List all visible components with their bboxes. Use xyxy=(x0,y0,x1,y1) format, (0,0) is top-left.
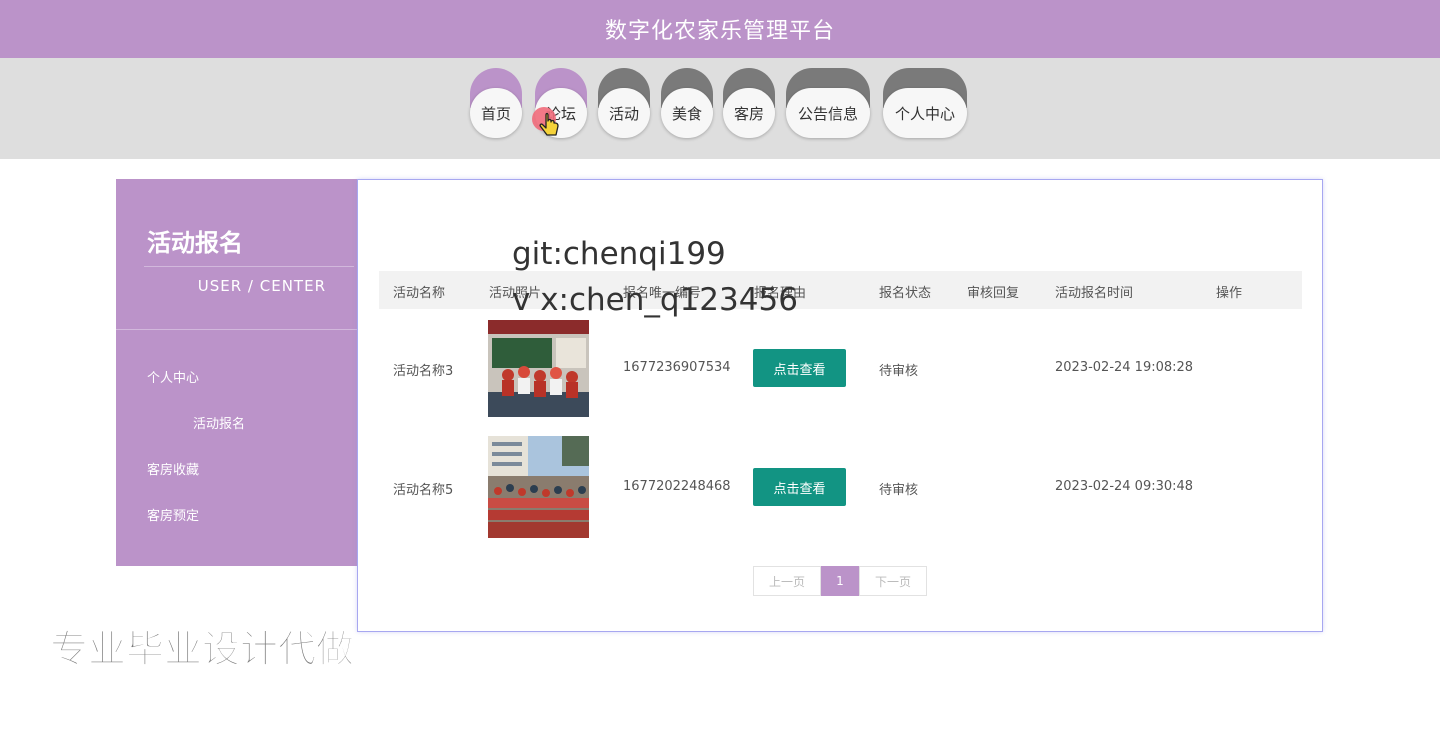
nav-item-food[interactable]: 美食 xyxy=(661,68,713,140)
signup-number: 1677236907534 xyxy=(623,360,731,375)
nav-item-label: 公告信息 xyxy=(786,88,870,138)
current-page-button[interactable]: 1 xyxy=(821,566,859,596)
prev-page-button[interactable]: 上一页 xyxy=(753,566,821,596)
activity-photo[interactable] xyxy=(488,320,589,417)
next-page-button[interactable]: 下一页 xyxy=(859,566,927,596)
signup-status: 待审核 xyxy=(879,483,919,498)
content-panel: 活动名称 活动照片 报名唯一编号 报名理由 报名状态 审核回复 活动报名时间 操… xyxy=(357,179,1323,632)
column-header: 操作 xyxy=(1216,286,1243,301)
nav-item-label: 个人中心 xyxy=(883,88,967,138)
column-header: 审核回复 xyxy=(967,286,1020,301)
sidebar-item-room-booking[interactable]: 客房预定 xyxy=(147,505,199,524)
signup-time: 2023-02-24 19:08:28 xyxy=(1055,360,1194,375)
nav-item-label: 客房 xyxy=(723,88,775,138)
hand-cursor-icon xyxy=(532,107,559,136)
nav-item-activity[interactable]: 活动 xyxy=(598,68,650,140)
nav-item-label: 活动 xyxy=(598,88,650,138)
view-reason-button[interactable]: 点击查看 xyxy=(753,468,846,506)
main-nav: 首页 论坛 活动 美食 客房 公告信息 个人中心 xyxy=(0,68,1440,148)
divider xyxy=(144,266,354,267)
divider xyxy=(116,329,357,330)
watermark-vx: v x:chen_q123456 xyxy=(512,282,798,318)
sidebar-item-activity-signup[interactable]: 活动报名 xyxy=(193,413,245,432)
nav-band: 首页 论坛 活动 美食 客房 公告信息 个人中心 xyxy=(0,58,1440,159)
watermark-git: git:chenqi199 xyxy=(512,236,726,272)
sidebar-title: 活动报名 xyxy=(147,229,243,257)
column-header: 活动名称 xyxy=(393,286,446,301)
nav-item-home[interactable]: 首页 xyxy=(470,68,522,140)
signup-status: 待审核 xyxy=(879,364,919,379)
nav-item-announcements[interactable]: 公告信息 xyxy=(786,68,870,140)
nav-item-personal-center[interactable]: 个人中心 xyxy=(883,68,967,140)
nav-item-label: 美食 xyxy=(661,88,713,138)
sidebar-item-room-favorites[interactable]: 客房收藏 xyxy=(147,459,199,478)
watermark-ad: 专业毕业设计代做 xyxy=(49,627,355,672)
sidebar-item-personal-center[interactable]: 个人中心 xyxy=(147,367,199,386)
sidebar-subtitle: USER / CENTER xyxy=(197,277,326,295)
table-row: 活动名称5 1677202248468 点击查看 待审核 2023-02-24 … xyxy=(379,428,1302,546)
activity-name: 活动名称5 xyxy=(393,483,454,498)
activity-name: 活动名称3 xyxy=(393,364,454,379)
signup-time: 2023-02-24 09:30:48 xyxy=(1055,479,1194,494)
view-reason-button[interactable]: 点击查看 xyxy=(753,349,846,387)
activity-photo[interactable] xyxy=(488,436,589,538)
column-header: 报名状态 xyxy=(879,286,932,301)
pagination: 上一页 1 下一页 xyxy=(753,566,927,596)
sidebar: 活动报名 USER / CENTER 个人中心 活动报名 客房收藏 客房预定 xyxy=(116,179,357,566)
top-header-bar: 数字化农家乐管理平台 xyxy=(0,0,1440,58)
table-row: 活动名称3 1677236907534 点击查看 待审核 2023-02-24 … xyxy=(379,309,1302,427)
nav-item-rooms[interactable]: 客房 xyxy=(723,68,775,140)
signup-number: 1677202248468 xyxy=(623,479,731,494)
column-header: 活动报名时间 xyxy=(1055,286,1134,301)
nav-item-label: 首页 xyxy=(470,88,522,138)
site-title: 数字化农家乐管理平台 xyxy=(604,19,835,44)
